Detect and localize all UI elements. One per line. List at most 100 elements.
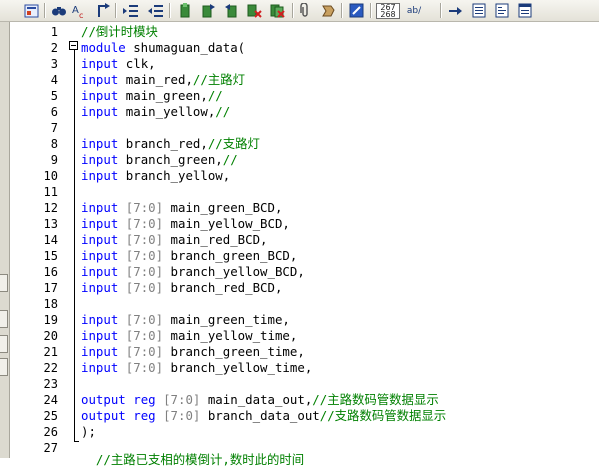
code-text: branch_data_out — [200, 408, 320, 423]
edit-icon[interactable] — [348, 2, 366, 19]
fold-line-end — [74, 441, 79, 442]
line-number: 26 — [43, 425, 58, 439]
compile-icon[interactable] — [22, 2, 40, 19]
code-line[interactable]: input [7:0] main_green_time, — [81, 312, 290, 328]
code-keyword: input — [81, 200, 119, 215]
code-text: main_red_BCD, — [163, 232, 268, 247]
code-line[interactable]: input clk, — [81, 56, 156, 72]
code-line[interactable]: output reg [7:0] branch_data_out//支路数码管数… — [81, 408, 446, 424]
code-comment: //支路灯 — [207, 136, 260, 151]
line-number: 6 — [50, 105, 58, 119]
insert-icon[interactable] — [319, 2, 337, 19]
code-text: main_green_time, — [163, 312, 290, 327]
abbrev-button[interactable]: ab/ — [403, 2, 425, 19]
code-line[interactable]: input [7:0] branch_green_time, — [81, 344, 305, 360]
bookmark-next-icon[interactable] — [199, 2, 217, 19]
line-number: 25 — [43, 409, 58, 423]
find-icon[interactable] — [50, 2, 68, 19]
code-line[interactable]: input main_green,// — [81, 88, 223, 104]
outdent-icon[interactable] — [146, 2, 164, 19]
code-line[interactable]: input [7:0] main_yellow_time, — [81, 328, 297, 344]
code-range: [7:0] — [155, 408, 201, 423]
code-comment: // — [215, 104, 231, 119]
code-line[interactable]: input branch_yellow, — [81, 168, 230, 184]
code-text: ); — [81, 424, 96, 439]
line-number: 21 — [43, 345, 58, 359]
code-text: branch_yellow_time, — [163, 360, 313, 375]
bookmark-prev-icon[interactable] — [222, 2, 240, 19]
line-number: 19 — [43, 313, 58, 327]
number-format-button[interactable]: 267 268 — [375, 2, 401, 19]
panel-tab[interactable] — [0, 274, 8, 292]
line-number: 11 — [43, 185, 58, 199]
code-line[interactable]: input [7:0] branch_yellow_time, — [81, 360, 312, 376]
code-line[interactable]: input [7:0] branch_red_BCD, — [81, 280, 282, 296]
code-line[interactable]: input [7:0] main_red_BCD, — [81, 232, 268, 248]
attach-icon[interactable] — [296, 2, 314, 19]
panel-tab[interactable] — [0, 310, 8, 328]
code-text: main_green_BCD, — [163, 200, 283, 215]
indent-icon[interactable] — [121, 2, 139, 19]
fold-collapse-icon[interactable] — [69, 41, 78, 50]
code-keyword: input — [81, 248, 119, 263]
svg-text:A: A — [72, 5, 79, 16]
code-text: branch_red, — [118, 136, 208, 151]
code-line[interactable]: input main_red,//主路灯 — [81, 72, 245, 88]
code-line[interactable]: input branch_green,// — [81, 152, 238, 168]
side-panel-edge[interactable] — [0, 22, 10, 458]
code-line[interactable]: input main_yellow,// — [81, 104, 230, 120]
line-number: 5 — [50, 89, 58, 103]
svg-text:c: c — [79, 11, 83, 19]
code-line[interactable]: input [7:0] main_yellow_BCD, — [81, 216, 290, 232]
line-number: 2 — [50, 41, 58, 55]
code-comment: //倒计时模块 — [81, 24, 158, 39]
code-range: [7:0] — [118, 216, 164, 231]
code-range: [7:0] — [118, 328, 164, 343]
code-range: [7:0] — [118, 360, 164, 375]
line-number: 4 — [50, 73, 58, 87]
code-text: main_data_out, — [200, 392, 313, 407]
code-keyword: input — [81, 168, 119, 183]
panel-tab[interactable] — [0, 358, 8, 376]
list-icon[interactable] — [470, 2, 488, 19]
code-editor[interactable]: //倒计时模块 module shumaguan_data(input clk, i… — [81, 22, 599, 458]
panel-tab[interactable] — [0, 335, 8, 353]
line-number: 8 — [50, 137, 58, 151]
code-text: main_red, — [118, 72, 193, 87]
doc-icon[interactable] — [516, 2, 534, 19]
code-keyword: reg — [133, 408, 156, 423]
code-keyword: input — [81, 264, 119, 279]
code-line[interactable]: input [7:0] branch_green_BCD, — [81, 248, 297, 264]
arrow-right-icon[interactable] — [446, 2, 464, 19]
line-number: 10 — [43, 169, 58, 183]
bookmark-toggle-icon[interactable] — [176, 2, 194, 19]
code-text: main_yellow_time, — [163, 328, 298, 343]
code-line[interactable]: //倒计时模块 — [81, 24, 158, 40]
line-number-gutter: 1 2 3 4 5 6 7 8 9 10 11 12 13 14 15 16 17 18 19 20 21 22 23 24 2… — [10, 22, 70, 458]
code-keyword: input — [81, 360, 119, 375]
code-line[interactable]: input branch_red,//支路灯 — [81, 136, 260, 152]
line-number: 15 — [43, 249, 58, 263]
bookmark-clear-icon[interactable] — [245, 2, 263, 19]
find-replace-icon[interactable]: Ac — [71, 2, 89, 19]
goto-icon[interactable] — [94, 2, 112, 19]
fold-line — [74, 50, 75, 442]
code-line[interactable]: input [7:0] main_green_BCD, — [81, 200, 282, 216]
code-range: [7:0] — [155, 392, 201, 407]
code-text: clk, — [118, 56, 156, 71]
line-number: 22 — [43, 361, 58, 375]
code-text: main_yellow_BCD, — [163, 216, 290, 231]
line-number: 23 — [43, 377, 58, 391]
code-keyword: input — [81, 280, 119, 295]
bookmark-clear-all-icon[interactable] — [268, 2, 286, 19]
code-keyword: input — [81, 56, 119, 71]
code-keyword: input — [81, 232, 119, 247]
code-line[interactable]: ); — [81, 424, 96, 440]
code-range: [7:0] — [118, 248, 164, 263]
code-comment: //主路数码管数据显示 — [312, 392, 439, 407]
list-alt-icon[interactable] — [493, 2, 511, 19]
code-line[interactable]: input [7:0] branch_yellow_BCD, — [81, 264, 305, 280]
code-text: main_green, — [118, 88, 208, 103]
code-line[interactable]: output reg [7:0] main_data_out,//主路数码管数据… — [81, 392, 439, 408]
code-line[interactable]: module shumaguan_data( — [81, 40, 245, 56]
